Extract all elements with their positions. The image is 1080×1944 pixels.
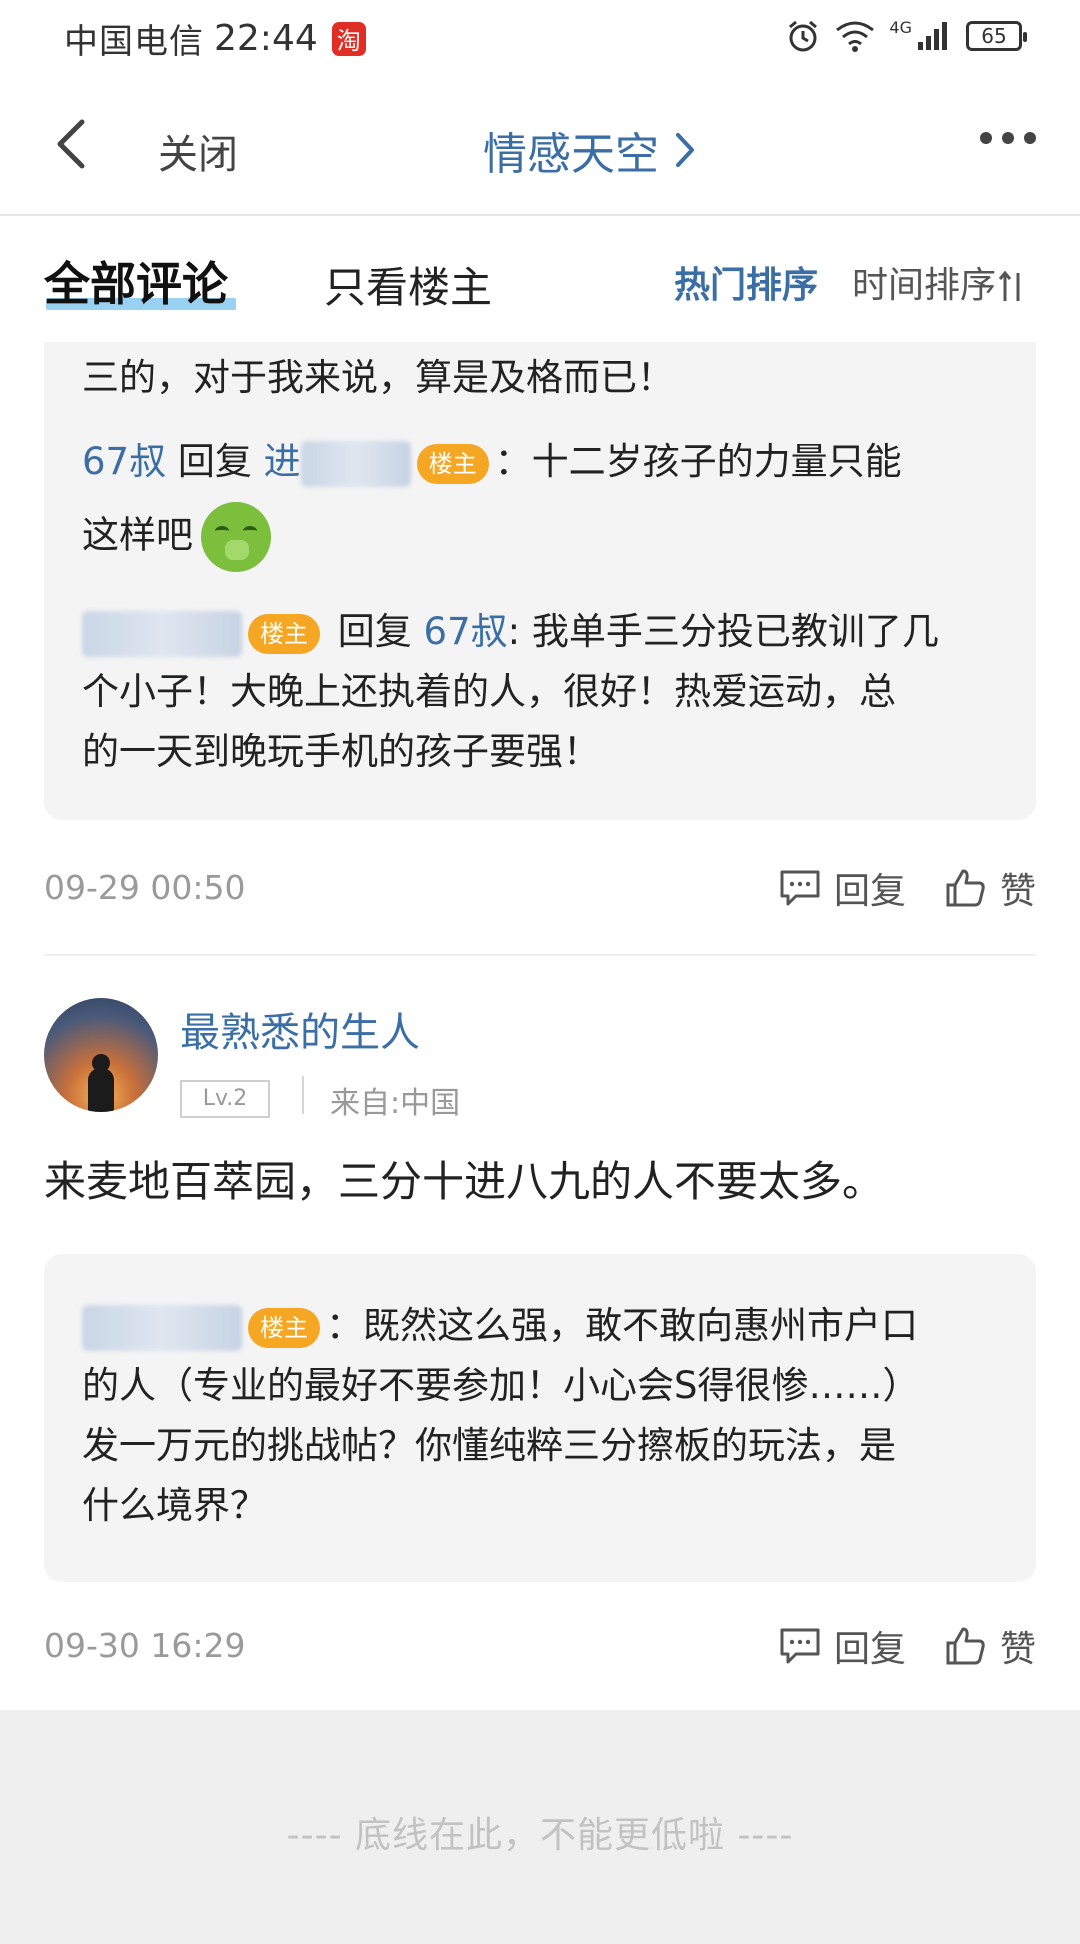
thumbs-up-icon (946, 1627, 985, 1665)
reply-item[interactable]: 楼主 回复 67叔: 我单手三分投已教训了几 (82, 602, 998, 662)
meta-separator (302, 1076, 304, 1114)
reply-text: ：既然这么强，敢不敢向惠州市户口 (326, 1304, 918, 1347)
owner-badge: 楼主 (416, 443, 489, 484)
like-label: 赞 (999, 871, 1036, 912)
comment-actions: 回复 赞 (778, 862, 1036, 914)
level-badge: Lv.2 (180, 1080, 270, 1118)
reply-item-continued: 这样吧 (82, 502, 998, 572)
sort-hot-button[interactable]: 热门排序 (674, 256, 818, 308)
more-options-button[interactable] (980, 132, 1036, 144)
laughing-emoji-icon (201, 502, 271, 572)
comment-meta-row: 09-30 16:29 回复 赞 (44, 1616, 1036, 1676)
clock: 22:44 (214, 18, 318, 59)
reply-target[interactable]: 进 (264, 440, 301, 483)
nav-bar: 关闭 情感天空 (0, 76, 1080, 216)
reply-label: 回复 (833, 871, 906, 912)
more-dot (1024, 132, 1036, 144)
reply-target[interactable]: 67叔 (424, 610, 508, 653)
blurred-username (82, 610, 242, 657)
reply-item[interactable]: 67叔 回复 进 楼主 ：十二岁孩子的力量只能 (82, 432, 998, 492)
comment-meta-row: 09-29 00:50 回复 赞 (44, 858, 1036, 918)
reply-verb: 回复 (337, 610, 412, 653)
avatar[interactable] (44, 998, 158, 1112)
thumbs-up-icon (946, 869, 985, 907)
reply-author[interactable]: 67叔 (82, 440, 166, 483)
list-end-footer: ---- 底线在此，不能更低啦 ---- (0, 1710, 1080, 1944)
end-of-list-text: ---- 底线在此，不能更低啦 ---- (286, 1815, 794, 1856)
owner-badge: 楼主 (248, 613, 320, 654)
reply-button[interactable]: 回复 (778, 1620, 906, 1672)
like-button[interactable]: 赞 (944, 862, 1036, 914)
sort-time-label: 时间排序 (852, 265, 997, 306)
owner-badge: 楼主 (248, 1307, 320, 1348)
blurred-username (300, 440, 411, 487)
wifi-icon (836, 21, 875, 52)
reply-line: 三的，对于我来说，算是及格而已！ (82, 356, 674, 399)
reply-text-line: 个小子！大晚上还执着的人，很好！热爱运动，总 (82, 670, 896, 713)
reply-thread-box: 楼主 ：既然这么强，敢不敢向惠州市户口 的人（专业的最好不要参加！小心会S得很惨…… (44, 1254, 1036, 1582)
reply-text: ：十二岁孩子的力量只能 (494, 440, 902, 483)
network-type: 4G (889, 18, 912, 37)
comment-date: 09-29 00:50 (44, 868, 246, 907)
comment-tab-bar: 全部评论 只看楼主 热门排序 时间排序 (0, 218, 1080, 342)
reply-thread-box: 三的，对于我来说，算是及格而已！ 67叔 回复 进楼主 ：十二岁孩子的力量只能 这… (44, 342, 1036, 820)
battery-indicator: 65 (966, 21, 1027, 51)
comment-location: 来自:中国 (330, 1086, 461, 1121)
sort-time-button[interactable]: 时间排序 (852, 256, 1026, 308)
like-button[interactable]: 赞 (944, 1620, 1036, 1672)
blurred-username (82, 1304, 242, 1351)
reply-text: : 我单手三分投已教训了几 (507, 610, 939, 653)
reply-label: 回复 (833, 1629, 906, 1670)
avatar-silhouette-body (88, 1068, 114, 1112)
reply-item[interactable]: 楼主 ：既然这么强，敢不敢向惠州市户口 (82, 1296, 998, 1356)
reply-text-line: 的一天到晚玩手机的孩子要强！ (82, 730, 600, 773)
tab-op-only[interactable]: 只看楼主 (324, 254, 492, 315)
like-label: 赞 (999, 1629, 1036, 1670)
chevron-right-icon (676, 133, 694, 167)
comment-actions: 回复 赞 (778, 1620, 1036, 1672)
comment-divider (44, 954, 1036, 956)
more-dot (1002, 132, 1014, 144)
alarm-icon (789, 20, 818, 52)
comment-icon (780, 870, 820, 906)
forum-title: 情感天空 (483, 129, 659, 180)
more-dot (980, 132, 992, 144)
comment-icon (780, 1628, 820, 1664)
comment-date: 09-30 16:29 (44, 1626, 246, 1665)
sort-icon (998, 270, 1020, 301)
comment-body[interactable]: 来麦地百萃园，三分十进八九的人不要太多。 (44, 1148, 884, 1209)
reply-text-line: 什么境界？ (82, 1484, 267, 1527)
status-right: 4G 65 (785, 18, 1027, 54)
comment-author[interactable]: 最熟悉的生人 (180, 1000, 420, 1058)
status-left: 中国电信 22:44 淘 (64, 14, 366, 63)
tab-all-comments[interactable]: 全部评论 (44, 248, 228, 314)
forum-title-link[interactable]: 情感天空 (0, 118, 1080, 182)
reply-text-line: 的人（专业的最好不要参加！小心会S得很惨……） (82, 1364, 920, 1407)
taobao-notification-icon: 淘 (331, 21, 366, 56)
carrier-label: 中国电信 (64, 22, 204, 62)
reply-text-line: 发一万元的挑战帖？你懂纯粹三分擦板的玩法，是 (82, 1424, 896, 1467)
signal-icon (918, 22, 947, 50)
reply-text: 这样吧 (82, 513, 193, 557)
reply-button[interactable]: 回复 (778, 862, 906, 914)
reply-verb: 回复 (177, 440, 252, 483)
status-bar: 中国电信 22:44 淘 4G 65 (0, 0, 1080, 76)
